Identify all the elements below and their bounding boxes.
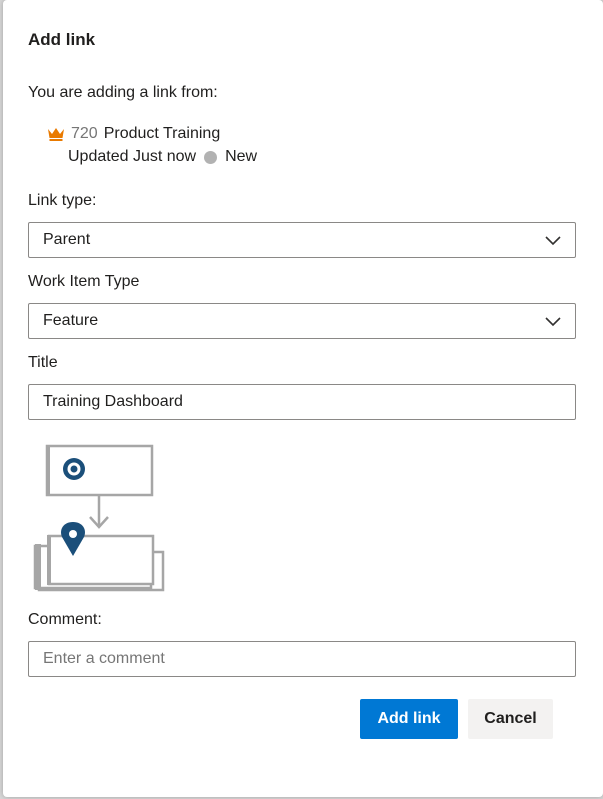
- work-item-updated: Updated Just now: [68, 148, 197, 165]
- work-item-type-dropdown[interactable]: Feature: [28, 303, 576, 339]
- source-work-item: 720 Product Training: [47, 125, 220, 143]
- parent-link-diagram: [33, 444, 165, 592]
- title-input-value: Training Dashboard: [43, 393, 183, 410]
- link-from-label: You are adding a link from:: [28, 84, 218, 101]
- dialog-title: Add link: [28, 30, 96, 49]
- chevron-down-icon: [545, 317, 561, 327]
- crown-icon: [47, 126, 65, 142]
- chevron-down-icon: [545, 236, 561, 246]
- title-input[interactable]: Training Dashboard: [28, 384, 576, 420]
- cancel-button[interactable]: Cancel: [468, 699, 553, 739]
- work-item-type-label: Work Item Type: [28, 273, 140, 290]
- work-item-type-value: Feature: [43, 312, 99, 329]
- link-type-label: Link type:: [28, 192, 97, 209]
- work-item-meta: Updated Just now New: [68, 148, 257, 166]
- work-item-state: New: [225, 148, 258, 165]
- link-type-dropdown[interactable]: Parent: [28, 222, 576, 258]
- link-type-value: Parent: [43, 231, 91, 248]
- add-link-dialog: Add link You are adding a link from: 720…: [3, 0, 603, 797]
- add-link-button[interactable]: Add link: [360, 699, 458, 739]
- title-label: Title: [28, 354, 58, 371]
- state-dot-icon: [204, 150, 218, 164]
- comment-input[interactable]: [28, 641, 576, 677]
- work-item-title: Product Training: [103, 125, 221, 142]
- comment-label: Comment:: [28, 611, 102, 628]
- work-item-id: 720: [71, 125, 98, 142]
